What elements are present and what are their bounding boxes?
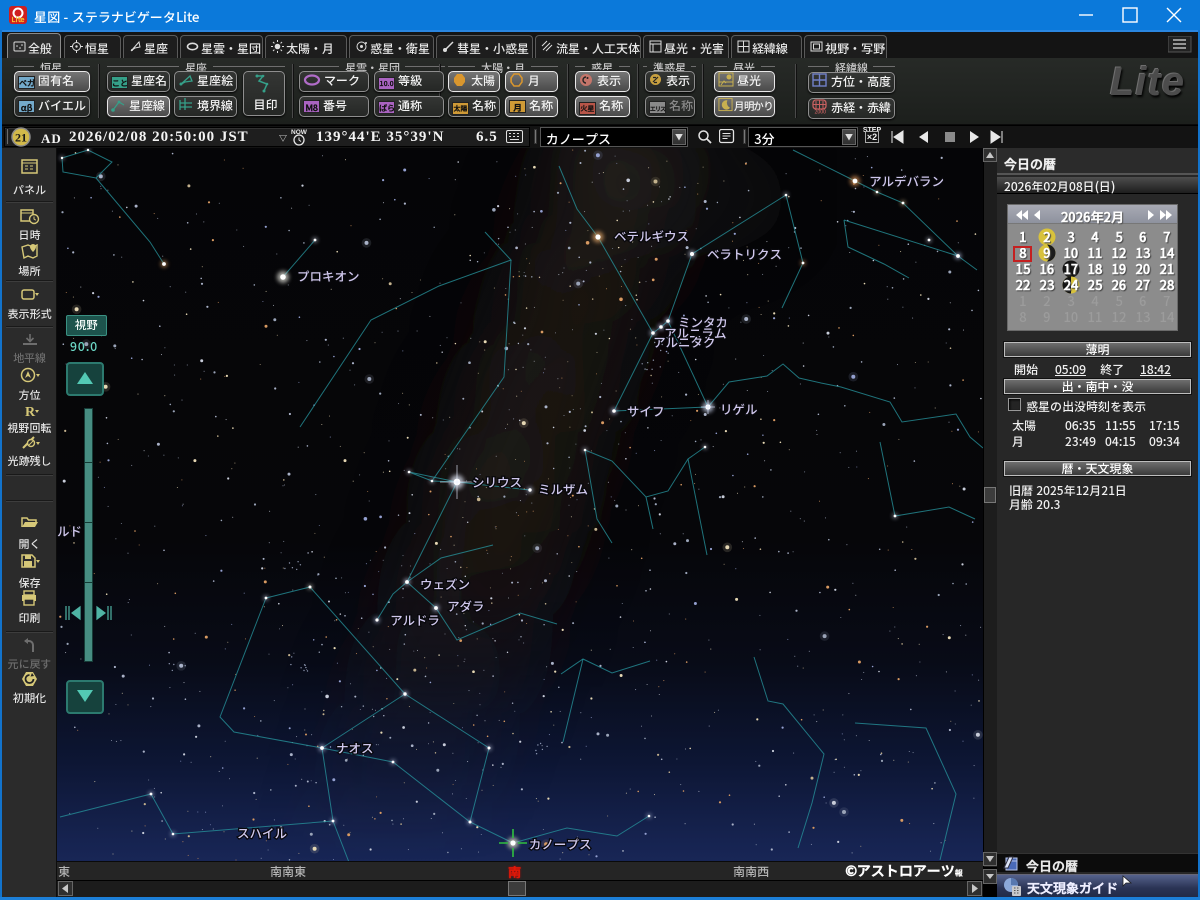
svg-text:カノープス: カノープス [529, 834, 592, 853]
svg-text:プロキオン: プロキオン [297, 266, 360, 285]
svg-text:ルド: ルド [57, 521, 82, 540]
svg-text:サイフ: サイフ [627, 401, 665, 420]
svg-text:ミルザム: ミルザム [538, 479, 588, 498]
svg-text:21: 21 [15, 131, 27, 145]
svg-text:ナオス: ナオス [336, 738, 374, 757]
svg-text:アルドラ: アルドラ [390, 610, 440, 629]
svg-text:ベラトリクス: ベラトリクス [707, 244, 782, 263]
svg-text:アルデバラン: アルデバラン [869, 171, 944, 190]
svg-text:R: R [25, 405, 36, 420]
svg-text:リゲル: リゲル [720, 399, 758, 418]
svg-text:2000: 2000 [814, 109, 826, 115]
svg-text:スハイル: スハイル [237, 823, 287, 842]
svg-text:アルニタク: アルニタク [653, 332, 716, 351]
svg-text:ウェズン: ウェズン [420, 574, 470, 593]
svg-text:シリウス: シリウス [472, 472, 522, 491]
svg-text:アダラ: アダラ [447, 596, 485, 615]
svg-text:ベテルギウス: ベテルギウス [614, 226, 689, 245]
svg-text:Lite: Lite [12, 15, 26, 24]
